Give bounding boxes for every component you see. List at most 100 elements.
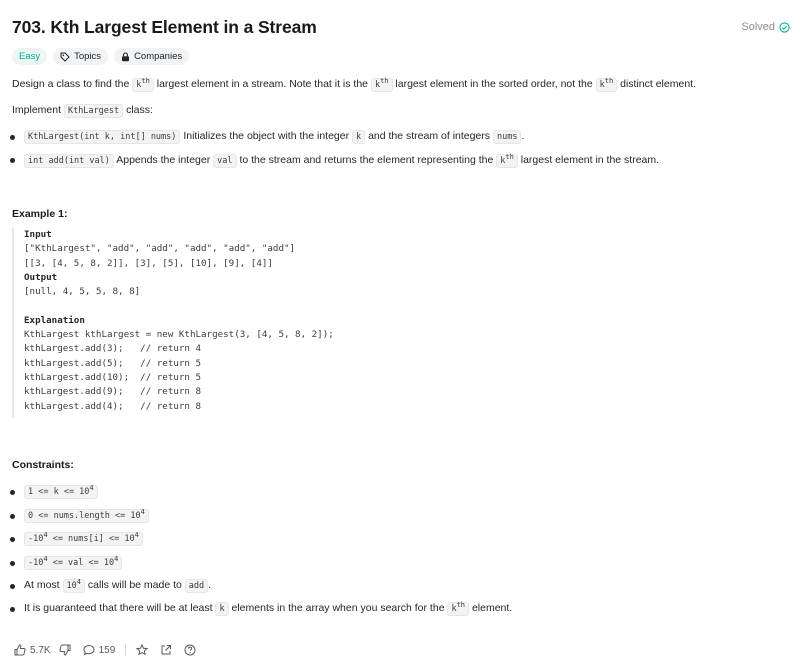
explanation-line: kthLargest.add(9); // return 8	[24, 386, 202, 398]
description-paragraph: Design a class to find the kth largest e…	[12, 77, 696, 92]
difficulty-label: Easy	[19, 51, 41, 62]
comment-icon	[83, 644, 95, 656]
sup-th: th	[380, 77, 389, 85]
desc-text: Appends the integer	[116, 153, 211, 166]
favorite-button[interactable]	[130, 644, 154, 656]
check-circle-icon	[779, 21, 790, 33]
desc-text: .	[521, 130, 525, 142]
inline-code: -104 <= val <= 104	[24, 555, 123, 570]
code-text: 1 <= k <= 10	[28, 486, 90, 497]
inline-code: k	[352, 130, 366, 144]
constraint-item: -104 <= val <= 104	[24, 555, 123, 570]
bullet-dot	[10, 607, 15, 612]
star-icon	[136, 644, 149, 656]
explanation-line: kthLargest.add(4); // return 8	[24, 400, 202, 412]
constraints-heading: Constraints:	[12, 459, 74, 471]
sup-th: th	[505, 153, 514, 161]
share-button[interactable]	[154, 644, 178, 656]
code-text: 0 <= nums.length <= 10	[28, 510, 141, 521]
code-text: 10	[66, 580, 77, 591]
inline-code: kth	[496, 153, 518, 168]
problem-header: 703. Kth Largest Element in a Stream Sol…	[12, 16, 790, 38]
explanation-line: kthLargest.add(3); // return 4	[24, 343, 202, 355]
sup-exp: 4	[76, 578, 81, 586]
inline-code: 104	[62, 578, 85, 593]
explanation-line: kthLargest.add(5); // return 5	[24, 357, 202, 369]
code-text: <= nums[i] <= 10	[47, 533, 135, 544]
thumbs-up-icon	[14, 644, 26, 656]
desc-text: Implement	[12, 104, 62, 116]
dislike-button[interactable]	[57, 644, 77, 656]
example-block: Input ["KthLargest", "add", "add", "add",…	[12, 228, 472, 418]
inline-code: int add(int val)	[24, 153, 114, 168]
topics-label: Topics	[74, 51, 102, 62]
like-button[interactable]: 5.7K	[8, 644, 57, 656]
topics-tag[interactable]: Topics	[53, 48, 109, 65]
sup-exp: 4	[89, 484, 94, 492]
sup-exp: 4	[134, 531, 139, 539]
bullet-dot	[10, 514, 15, 519]
constraint-item: At most 104 calls will be made to add.	[24, 578, 211, 593]
sup-th: th	[604, 77, 614, 85]
inline-code: val	[213, 153, 237, 168]
inline-code: KthLargest(int k, int[] nums)	[24, 130, 181, 144]
desc-text: largest element in a stream. Note that i…	[156, 77, 369, 90]
comments-button[interactable]: 159	[77, 644, 122, 656]
output-line: [null, 4, 5, 5, 8, 8]	[24, 286, 141, 298]
sup-th: th	[456, 601, 466, 609]
companies-label: Companies	[134, 51, 183, 62]
desc-text: element.	[471, 601, 513, 614]
code-text: -10	[28, 557, 44, 568]
inline-code: nums	[492, 130, 522, 144]
constraint-item: 0 <= nums.length <= 104	[24, 508, 149, 523]
inline-code: kth	[132, 77, 154, 92]
inline-code: 1 <= k <= 104	[24, 484, 98, 499]
code-text: <= val <= 10	[47, 557, 115, 568]
inline-code: 0 <= nums.length <= 104	[24, 508, 149, 523]
desc-text: elements in the array when you search fo…	[231, 601, 445, 614]
constraint-item: It is guaranteed that there will be at l…	[24, 601, 513, 616]
divider	[125, 644, 127, 656]
input-label: Input	[24, 229, 52, 240]
desc-text: to the stream and returns the element re…	[239, 153, 494, 166]
thumbs-down-icon	[59, 644, 71, 656]
desc-text: and the stream of integers	[368, 130, 491, 142]
sup-th: th	[141, 77, 150, 85]
constraint-item: -104 <= nums[i] <= 104	[24, 531, 143, 546]
desc-text: At most	[24, 578, 60, 591]
tag-icon	[60, 52, 70, 62]
bullet-dot	[10, 135, 15, 140]
external-link-icon	[161, 645, 172, 655]
comment-count: 159	[98, 644, 116, 656]
desc-text: distinct element.	[620, 77, 696, 90]
example-heading: Example 1:	[12, 208, 68, 220]
sup-exp: 4	[114, 555, 119, 563]
like-count: 5.7K	[30, 644, 51, 656]
desc-text: largest element in the sorted order, not…	[395, 77, 593, 90]
desc-text: It is guaranteed that there will be at l…	[24, 601, 213, 614]
problem-title[interactable]: 703. Kth Largest Element in a Stream	[12, 17, 317, 38]
bullet-dot	[10, 537, 15, 542]
lock-icon	[122, 51, 130, 61]
bullet-dot	[10, 158, 15, 163]
method-add-item: int add(int val) Appends the integer val…	[24, 153, 659, 168]
desc-text: Initializes the object with the integer	[183, 130, 350, 142]
inline-code: KthLargest	[63, 104, 124, 118]
desc-text: Design a class to find the	[12, 77, 130, 90]
inline-code: -104 <= nums[i] <= 104	[24, 531, 143, 546]
sup-exp: 4	[140, 508, 145, 516]
companies-tag[interactable]: Companies	[114, 48, 190, 65]
solved-label: Solved	[741, 21, 775, 33]
desc-text: class:	[126, 104, 153, 116]
help-button[interactable]	[178, 644, 202, 656]
action-bar: 5.7K 159	[0, 637, 800, 663]
explanation-label: Explanation	[24, 314, 85, 326]
explanation-line: kthLargest.add(10); // return 5	[24, 371, 202, 383]
bullet-dot	[10, 490, 15, 495]
difficulty-badge[interactable]: Easy	[12, 48, 48, 65]
inline-code: add	[184, 578, 209, 593]
desc-text: calls will be made to	[87, 578, 182, 591]
output-label: Output	[24, 271, 58, 283]
input-line: [[3, [4, 5, 8, 2]], [3], [5], [10], [9],…	[24, 257, 273, 269]
